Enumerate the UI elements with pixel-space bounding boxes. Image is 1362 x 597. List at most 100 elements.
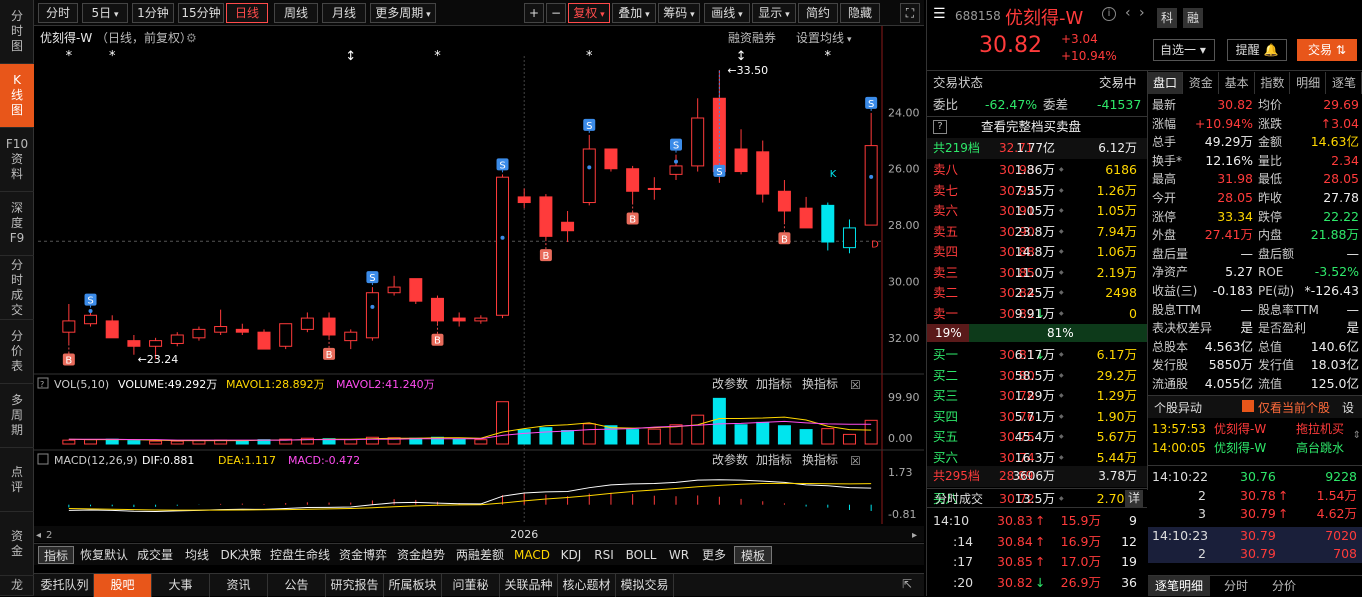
book-row[interactable]: 卖六 30.91 1.05万 ◆ 1.05万	[927, 200, 1147, 221]
stats-tab-1[interactable]: 资金	[1184, 72, 1219, 94]
only-current-checkbox[interactable]	[1242, 400, 1254, 412]
event-marker[interactable]: ↕	[736, 49, 747, 64]
margin-link[interactable]: 融资融券	[728, 30, 776, 45]
tool-5[interactable]: 画线 ▾	[704, 3, 750, 23]
tool-0[interactable]: +	[524, 3, 544, 23]
period-3[interactable]: 15分钟	[178, 3, 224, 23]
intraday-detail-button[interactable]: 详	[1125, 490, 1143, 507]
left-tab-1[interactable]: K线图	[0, 64, 34, 128]
tool-6[interactable]: 显示 ▾	[752, 3, 796, 23]
book-row[interactable]: 卖七 30.92 7.55万 ◆ 1.26万	[927, 180, 1147, 201]
bottom-tab-9[interactable]: 核心题材	[558, 574, 616, 597]
macd-close-icon[interactable]: ☒	[850, 454, 861, 468]
left-tab-6[interactable]: 多周期	[0, 384, 34, 448]
tool-7[interactable]: 简约	[798, 3, 838, 23]
bottom-tab-0[interactable]: 委托队列	[36, 574, 94, 597]
alert-row[interactable]: 13:57:53 优刻得-W 拖拉机买	[1148, 420, 1362, 439]
left-tab-5[interactable]: 分价表	[0, 320, 34, 384]
view-full-book-link[interactable]: 查看完整档买卖盘	[981, 116, 1081, 137]
trade-button[interactable]: 交易 ⇅	[1297, 39, 1357, 61]
period-2[interactable]: 1分钟	[132, 3, 174, 23]
book-row[interactable]: 卖八 30.93 1.86万 ◆ 6186	[927, 159, 1147, 180]
indicator-tab-11[interactable]: RSI	[590, 546, 618, 564]
scroll-right-icon[interactable]: ▸	[912, 530, 917, 541]
macd-link-1[interactable]: 加指标	[756, 452, 792, 467]
tick-tab-2[interactable]: 分价	[1262, 576, 1306, 596]
info-icon[interactable]: i	[1102, 7, 1116, 21]
indicator-tab-4[interactable]: DK决策	[218, 546, 264, 564]
indicator-tab-6[interactable]: 资金博弈	[336, 546, 390, 564]
period-7[interactable]: 更多周期 ▾	[370, 3, 436, 23]
stats-tab-2[interactable]: 基本	[1220, 72, 1255, 94]
left-tab-0[interactable]: 分时图	[0, 0, 34, 64]
book-row[interactable]: 买二 30.80 58.5万 ◆ 29.2万	[927, 365, 1147, 386]
book-row[interactable]: 买六 30.74 16.3万 ◆ 5.44万	[927, 447, 1147, 468]
tool-1[interactable]: −	[546, 3, 566, 23]
help-icon[interactable]: ?	[933, 120, 947, 134]
period-1[interactable]: 5日 ▾	[82, 3, 128, 23]
alerts-scroll-icon[interactable]: ⇕	[1353, 430, 1361, 441]
tick-tab-1[interactable]: 分时	[1214, 576, 1258, 596]
event-marker[interactable]: *	[434, 49, 441, 64]
left-tab-4[interactable]: 分时成交	[0, 256, 34, 320]
bottom-tab-2[interactable]: 大事	[152, 574, 210, 597]
indicator-tab-3[interactable]: 均线	[180, 546, 214, 564]
collapse-icon[interactable]: ⇱	[902, 577, 912, 591]
alert-button[interactable]: 提醒 🔔	[1227, 39, 1287, 61]
stats-tab-4[interactable]: 明细	[1291, 72, 1327, 94]
book-row[interactable]: 买四 30.76 5.71万 ◆ 1.90万	[927, 406, 1147, 427]
bottom-tab-10[interactable]: 模拟交易	[616, 574, 674, 597]
event-marker[interactable]: *	[66, 49, 73, 64]
indicator-tab-5[interactable]: 控盘生命线	[268, 546, 332, 564]
tick-tab-0[interactable]: 逐笔明细	[1148, 576, 1210, 596]
bottom-tab-5[interactable]: 研究报告	[326, 574, 384, 597]
period-4[interactable]: 日线	[226, 3, 268, 23]
bottom-tab-6[interactable]: 所属板块	[384, 574, 442, 597]
volume-close-icon[interactable]: ☒	[850, 378, 861, 392]
kline-chart[interactable]: 优刻得-W （日线，前复权）⚙ 融资融券 设置均线 ▾ 32.00 30.00 28.00 26…	[34, 26, 924, 542]
period-0[interactable]: 分时	[38, 3, 78, 23]
left-tab-2[interactable]: F10 资料	[0, 128, 34, 192]
volume-link-2[interactable]: 换指标	[802, 376, 838, 391]
period-5[interactable]: 周线	[274, 3, 318, 23]
macd-link-2[interactable]: 换指标	[802, 452, 838, 467]
left-tab-3[interactable]: 深度 F9	[0, 192, 34, 256]
next-stock-icon[interactable]: ›	[1139, 5, 1145, 21]
stats-tab-3[interactable]: 指数	[1255, 72, 1291, 94]
tool-8[interactable]: 隐藏	[840, 3, 880, 23]
bottom-tab-8[interactable]: 关联品种	[500, 574, 558, 597]
book-row[interactable]: 卖二 30.84 2.25万 ◆ 2498	[927, 282, 1147, 303]
book-row[interactable]: 买五 30.75 45.4万 ◆ 5.67万	[927, 426, 1147, 447]
stats-tab-5[interactable]: 逐笔	[1327, 72, 1362, 94]
book-row[interactable]: 卖五 30.90 23.8万 ◆ 7.94万	[927, 221, 1147, 242]
left-tab-9[interactable]: 龙	[0, 576, 34, 596]
indicator-tab-13[interactable]: WR	[664, 546, 694, 564]
indicator-tab-0[interactable]: 指标	[38, 546, 74, 564]
chart-settings-icon[interactable]: ⚙	[186, 31, 197, 45]
period-6[interactable]: 月线	[322, 3, 366, 23]
fullscreen-icon[interactable]: ⛶	[900, 3, 920, 23]
left-tab-7[interactable]: 点评	[0, 448, 34, 512]
ma-dropdown-icon[interactable]: ▾	[847, 35, 852, 45]
alerts-settings[interactable]: 设	[1342, 399, 1354, 416]
bottom-tab-3[interactable]: 资讯	[210, 574, 268, 597]
tool-2[interactable]: 复权 ▾	[568, 3, 610, 23]
prev-stock-icon[interactable]: ‹	[1125, 5, 1131, 21]
event-marker[interactable]: ↕	[345, 49, 356, 64]
time-scrollbar[interactable]	[34, 526, 924, 542]
book-row[interactable]: 买一 30.81 ↓ 6.17万 ◆ 6.17万	[927, 344, 1147, 365]
indicator-tab-15[interactable]: 模板	[734, 546, 772, 564]
bottom-tab-7[interactable]: 问董秘	[442, 574, 500, 597]
event-marker[interactable]: *	[825, 49, 832, 64]
bottom-tab-4[interactable]: 公告	[268, 574, 326, 597]
event-marker[interactable]: *	[109, 49, 116, 64]
book-row[interactable]: 卖三 30.85 11.0万 ◆ 2.19万	[927, 262, 1147, 283]
book-row[interactable]: 买三 30.78 1.29万 ◆ 1.29万	[927, 385, 1147, 406]
indicator-tab-10[interactable]: KDJ	[556, 546, 586, 564]
left-tab-8[interactable]: 资金	[0, 512, 34, 576]
alert-row[interactable]: 14:00:05 优刻得-W 高台跳水	[1148, 439, 1362, 458]
indicator-tab-8[interactable]: 两融差额	[452, 546, 508, 564]
volume-link-0[interactable]: 改参数	[712, 376, 748, 391]
ma-settings-link[interactable]: 设置均线	[796, 31, 844, 45]
tool-3[interactable]: 叠加 ▾	[612, 3, 656, 23]
